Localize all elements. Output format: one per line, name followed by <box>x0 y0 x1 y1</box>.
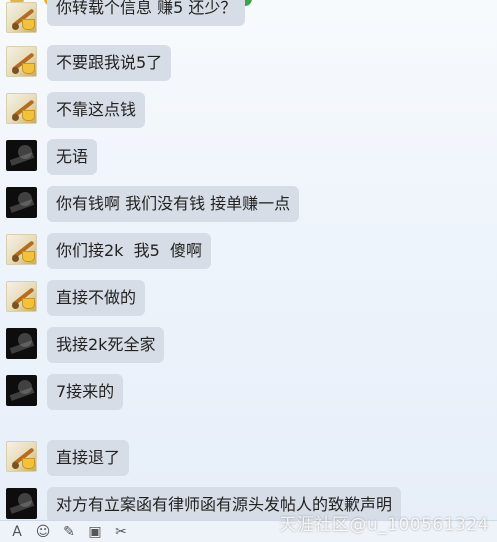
message-bubble: 7接来的 <box>47 374 124 410</box>
avatar[interactable] <box>6 140 37 171</box>
avatar[interactable] <box>6 375 37 406</box>
message-row: 直接退了 <box>6 440 130 476</box>
avatar[interactable] <box>6 187 37 218</box>
message-row: 你们接2k 我5 傻啊 <box>6 233 211 269</box>
chat-history[interactable]: 你转载个信息 赚5 还少？ 不要跟我说5了 不靠这点钱 无语 你有钱啊 我们没有… <box>0 0 497 520</box>
message-bubble: 你们接2k 我5 傻啊 <box>47 233 211 269</box>
message-row: 你有钱啊 我们没有钱 接单赚一点 <box>6 186 300 222</box>
font-icon[interactable]: A <box>6 521 28 542</box>
avatar[interactable] <box>6 328 37 359</box>
avatar[interactable] <box>6 2 37 33</box>
message-bubble: 直接退了 <box>47 440 130 476</box>
edit-icon[interactable]: ✎ <box>58 521 80 542</box>
message-bubble: 你转载个信息 赚5 还少？ <box>47 0 246 26</box>
message-bubble: 无语 <box>47 139 98 175</box>
message-bubble: 不靠这点钱 <box>47 92 146 128</box>
emoji-icon[interactable]: ☺ <box>32 521 54 542</box>
message-bubble: 直接不做的 <box>47 280 146 316</box>
message-row: 不靠这点钱 <box>6 92 146 128</box>
message-row: 7接来的 <box>6 374 124 410</box>
message-bubble: 我接2k死全家 <box>47 327 165 363</box>
watermark: 天涯社区@u_100561324 <box>279 515 489 535</box>
scissors-icon[interactable]: ✂ <box>110 521 132 542</box>
avatar[interactable] <box>6 441 37 472</box>
message-row: 无语 <box>6 139 98 175</box>
avatar[interactable] <box>6 46 37 77</box>
message-row: 我接2k死全家 <box>6 327 165 363</box>
avatar[interactable] <box>6 281 37 312</box>
message-bubble: 你有钱啊 我们没有钱 接单赚一点 <box>47 186 300 222</box>
avatar[interactable] <box>6 488 37 519</box>
message-bubble: 不要跟我说5了 <box>47 45 172 81</box>
message-row: 不要跟我说5了 <box>6 45 172 81</box>
image-icon[interactable]: ▣ <box>84 521 106 542</box>
avatar[interactable] <box>6 93 37 124</box>
avatar[interactable] <box>6 234 37 265</box>
message-row: 你转载个信息 赚5 还少？ <box>6 0 246 36</box>
message-row: 直接不做的 <box>6 280 146 316</box>
